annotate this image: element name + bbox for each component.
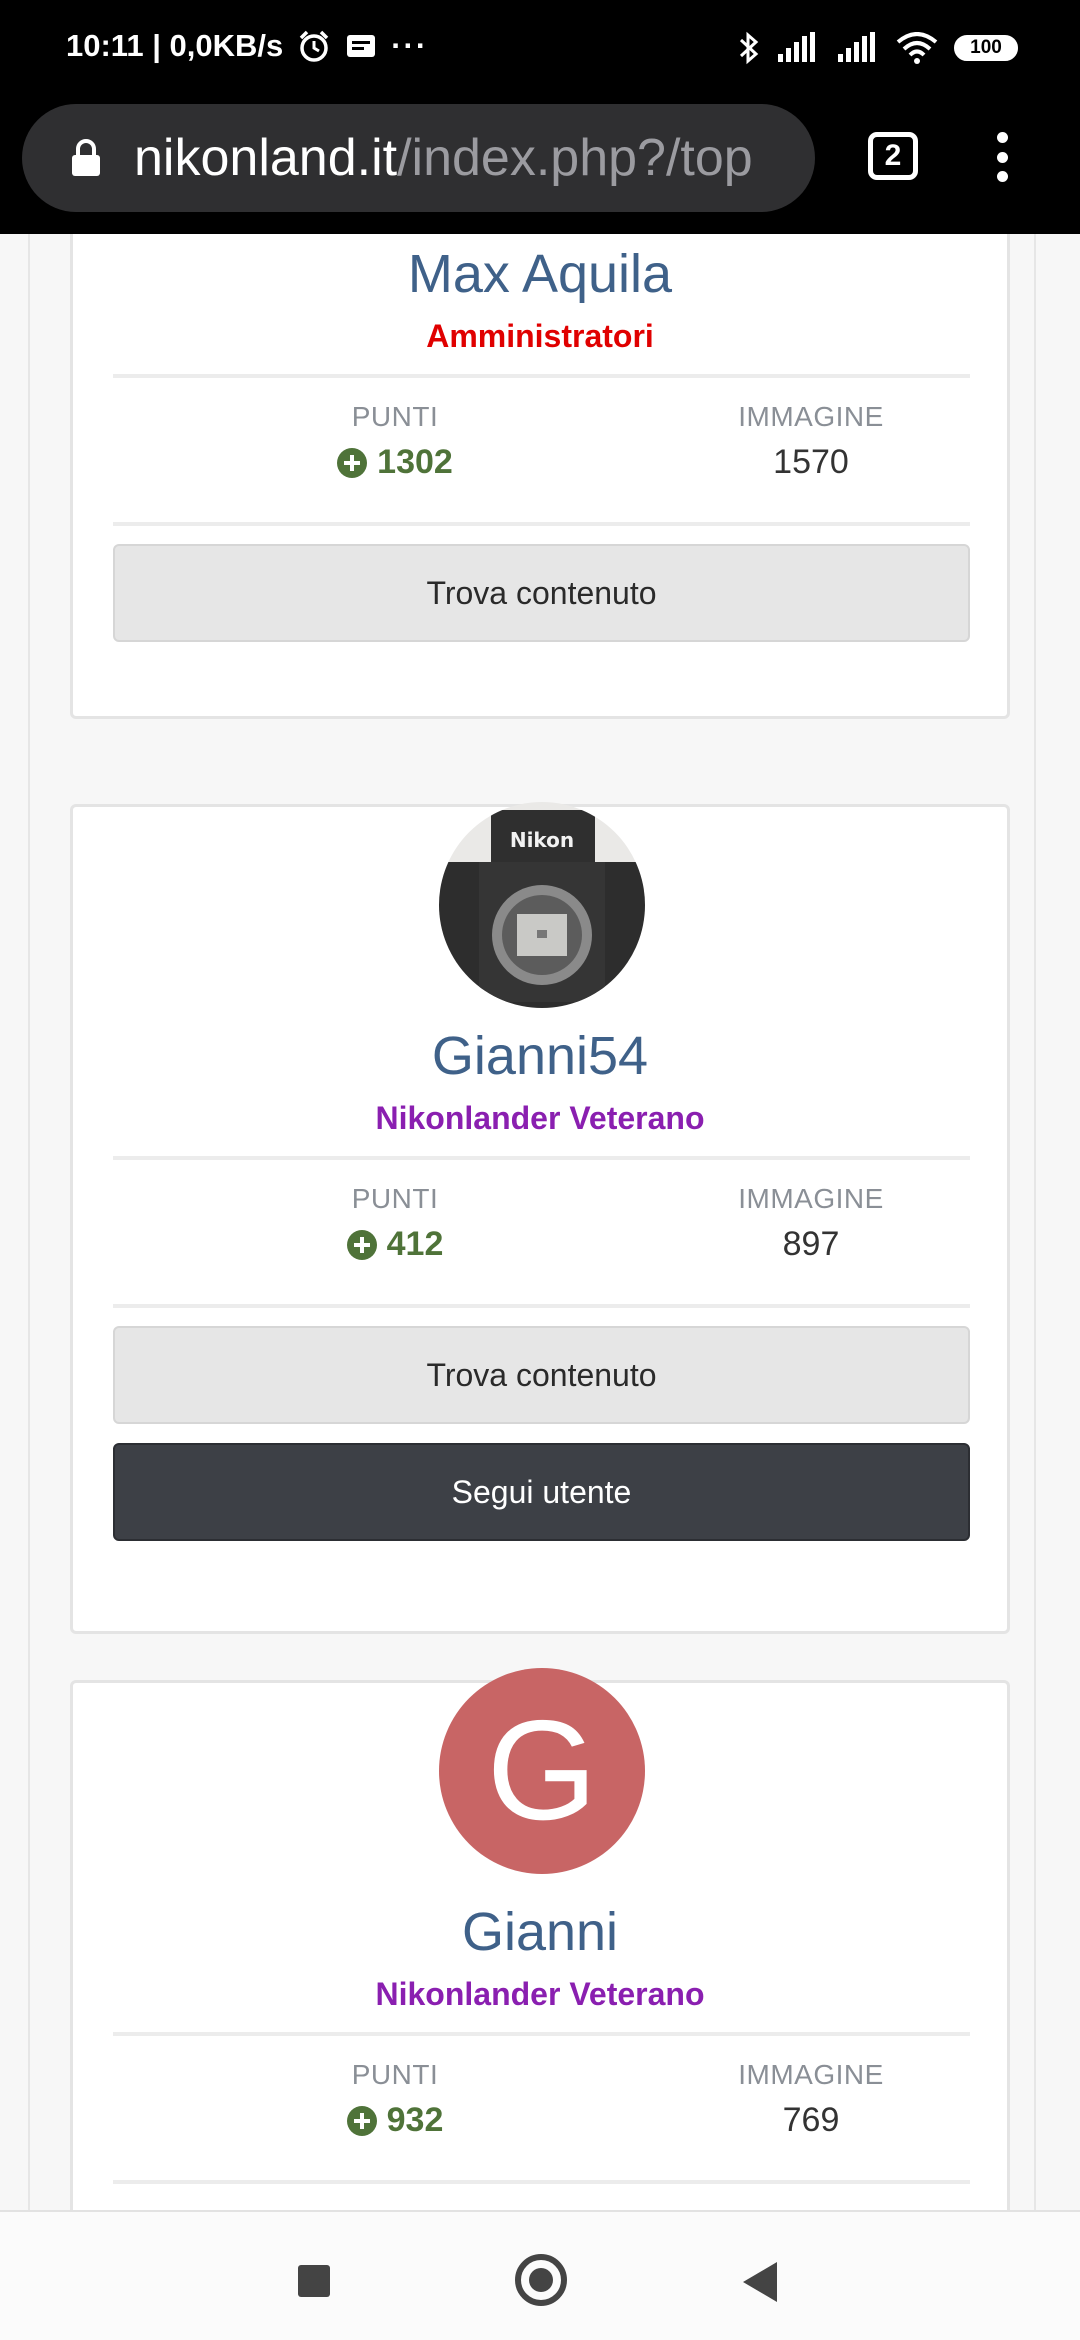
signal-icon xyxy=(776,32,820,64)
member-group: Nikonlander Veterano xyxy=(375,1100,705,1136)
lock-icon xyxy=(70,138,102,178)
points-number: 412 xyxy=(386,1225,444,1263)
signal-icon-2 xyxy=(836,32,880,64)
points-value: 412 xyxy=(245,1225,545,1264)
find-content-button[interactable]: Trova contenuto xyxy=(113,544,970,642)
divider xyxy=(113,522,970,526)
member-name[interactable]: Gianni54 xyxy=(73,1025,1007,1087)
divider xyxy=(113,2032,970,2036)
points-label: PUNTI xyxy=(351,2059,439,2090)
points-number: 932 xyxy=(386,2101,444,2139)
member-card: Max Aquila Amministratori PUNTI 1302 IMM… xyxy=(70,234,1010,719)
plus-circle-icon xyxy=(346,2105,377,2136)
time-and-speed: 10:11 | 0,0KB/s xyxy=(66,28,284,63)
divider xyxy=(113,2180,970,2184)
avatar[interactable]: Nikon xyxy=(439,802,645,1008)
plus-circle-icon xyxy=(346,1229,377,1260)
url-path: /index.php?/top xyxy=(397,129,753,187)
url-text: nikonland.it/index.php?/top xyxy=(134,128,753,188)
wifi-icon xyxy=(896,32,938,64)
avatar[interactable]: G xyxy=(439,1668,645,1874)
avatar-brand-text: Nikon xyxy=(510,828,574,852)
camera-avatar-image: Nikon xyxy=(439,802,645,1008)
address-bar[interactable]: nikonland.it/index.php?/top xyxy=(22,104,815,212)
home-icon[interactable] xyxy=(515,2254,567,2306)
alarm-icon xyxy=(297,29,331,63)
member-card: G Gianni Nikonlander Veterano PUNTI 932 … xyxy=(70,1668,1010,2210)
divider xyxy=(113,374,970,378)
more-notifications-icon: ··· xyxy=(391,28,429,63)
divider xyxy=(113,1156,970,1160)
status-left: 10:11 | 0,0KB/s ··· xyxy=(66,28,428,64)
divider xyxy=(113,1304,970,1308)
points-number: 1302 xyxy=(377,443,453,481)
follow-user-button[interactable]: Segui utente xyxy=(113,1443,970,1541)
notification-icon xyxy=(345,32,377,60)
system-nav-bar xyxy=(0,2210,1080,2340)
member-card: Nikon Gianni54 Nikonlander Veterano PUNT… xyxy=(70,802,1010,1634)
member-name[interactable]: Gianni xyxy=(73,1901,1007,1963)
status-right: 100 xyxy=(738,30,1018,66)
member-name[interactable]: Max Aquila xyxy=(73,243,1007,305)
url-domain: nikonland.it xyxy=(134,129,398,187)
points-label: PUNTI xyxy=(351,1183,439,1214)
images-label: IMMAGINE xyxy=(738,1183,884,1214)
battery-icon: 100 xyxy=(954,35,1018,61)
points-value: 1302 xyxy=(245,443,545,482)
images-value: 769 xyxy=(782,2101,840,2139)
plus-circle-icon xyxy=(337,447,368,478)
images-value: 1570 xyxy=(773,443,849,481)
tab-switcher-button[interactable]: 2 xyxy=(868,132,918,180)
page-viewport: Max Aquila Amministratori PUNTI 1302 IMM… xyxy=(0,234,1080,2210)
recents-icon[interactable] xyxy=(298,2265,330,2297)
images-label: IMMAGINE xyxy=(738,401,884,432)
member-group: Amministratori xyxy=(426,318,654,354)
more-vert-icon[interactable] xyxy=(992,132,1012,182)
bluetooth-icon xyxy=(738,30,760,66)
find-content-button[interactable]: Trova contenuto xyxy=(113,1326,970,1424)
member-group: Nikonlander Veterano xyxy=(375,1976,705,2012)
points-label: PUNTI xyxy=(351,401,439,432)
browser-toolbar: nikonland.it/index.php?/top 2 xyxy=(0,100,1080,234)
points-value: 932 xyxy=(245,2101,545,2140)
images-label: IMMAGINE xyxy=(738,2059,884,2090)
back-icon[interactable] xyxy=(743,2262,777,2302)
images-value: 897 xyxy=(782,1225,840,1263)
status-bar: 10:11 | 0,0KB/s ··· 100 xyxy=(0,0,1080,100)
